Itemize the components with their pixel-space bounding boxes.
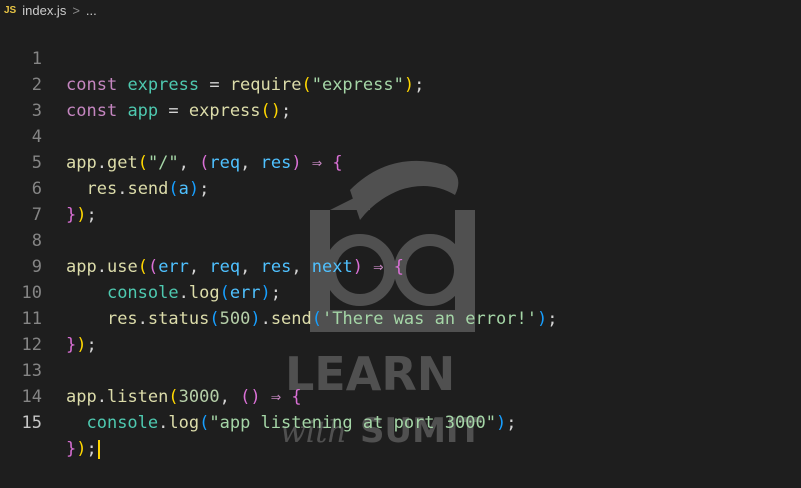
code-line[interactable]: 13 app.listen(3000, () ⇒ { — [0, 332, 801, 407]
code-line[interactable]: 14 console.log("app listening at port 30… — [0, 358, 801, 433]
javascript-file-icon: JS — [4, 4, 17, 16]
code-line[interactable]: 4 app.get("/", (req, res) ⇒ { — [0, 98, 801, 173]
chevron-right-icon: > — [72, 2, 80, 18]
code-line[interactable]: 11 }); — [0, 280, 801, 355]
breadcrumb-file-name[interactable]: index.js — [22, 3, 66, 18]
code-line[interactable]: 6 }); — [0, 150, 801, 225]
code-line[interactable]: 2 const app = express(); — [0, 46, 801, 121]
breadcrumb-symbol[interactable]: ... — [86, 3, 97, 18]
code-line[interactable]: 15 }); — [0, 384, 801, 459]
code-line[interactable]: 7 — [0, 176, 801, 225]
line-number: 15 — [21, 413, 42, 433]
line-content[interactable]: console.log("app listening at port 3000"… — [66, 410, 516, 436]
code-line[interactable]: 10 res.status(500).send('There was an er… — [0, 254, 801, 329]
code-line[interactable]: 8 app.use((err, req, res, next) ⇒ { — [0, 202, 801, 277]
code-editor[interactable]: 1 const express = require("express"); 2 … — [0, 20, 801, 459]
code-line[interactable]: 1 const express = require("express"); — [0, 20, 801, 95]
code-line[interactable]: 3 — [0, 72, 801, 121]
code-line[interactable]: 12 — [0, 306, 801, 355]
code-line[interactable]: 5 res.send(a); — [0, 124, 801, 199]
breadcrumb: JS index.js > ... — [0, 0, 801, 20]
line-content[interactable]: }); — [66, 436, 100, 462]
code-line[interactable]: 9 console.log(err); — [0, 228, 801, 303]
